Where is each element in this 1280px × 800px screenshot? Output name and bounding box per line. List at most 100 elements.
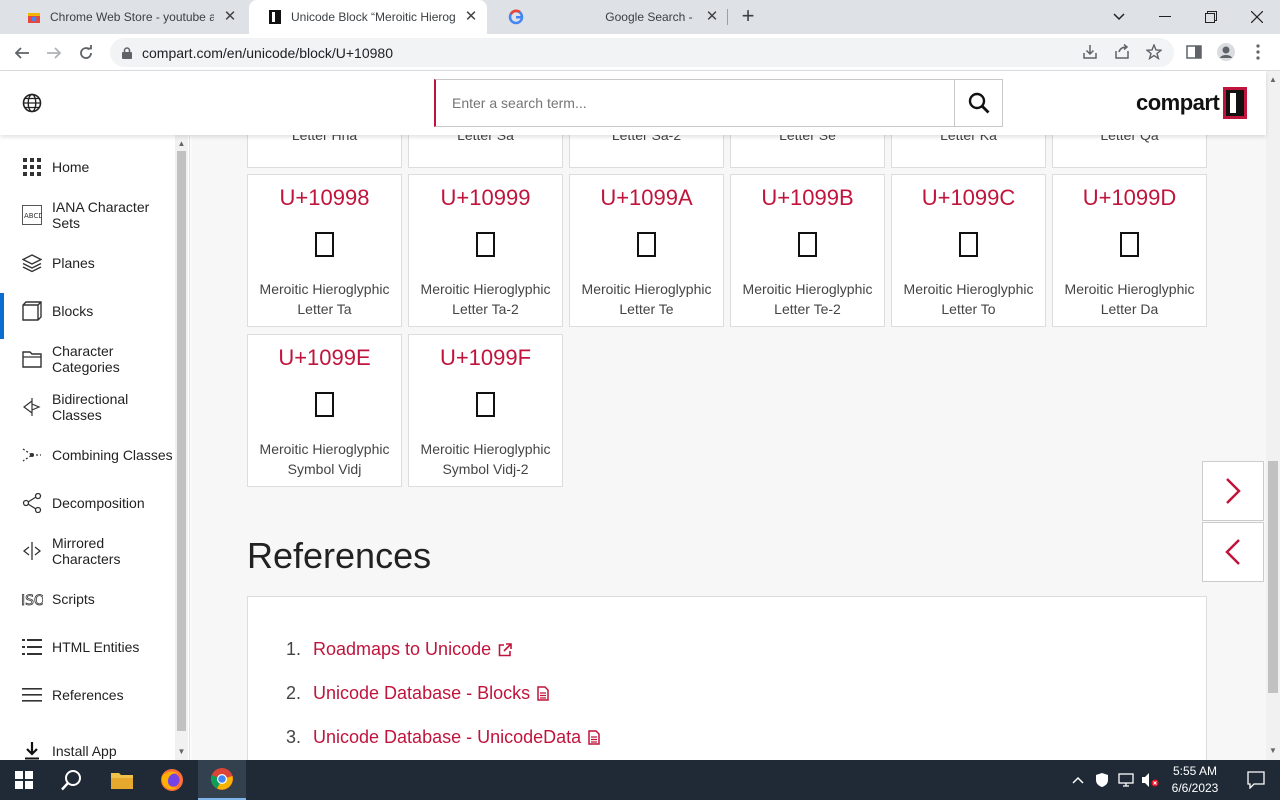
sidebar-scrollbar[interactable]: ▲ ▼: [175, 135, 188, 760]
references-heading: References: [247, 535, 432, 576]
sidebar-item-install-app[interactable]: Install App: [0, 739, 174, 760]
show-hidden-icons-button[interactable]: [1066, 760, 1090, 800]
sidebar-item-label: Decomposition: [52, 495, 145, 511]
minimize-button[interactable]: [1142, 0, 1188, 34]
list-item: 3. Unicode Database - UnicodeData: [286, 727, 600, 748]
new-tab-button[interactable]: +: [736, 5, 760, 29]
scroll-up-icon[interactable]: ▲: [175, 137, 188, 150]
character-card[interactable]: U+1099C Meroitic Hieroglyphic Letter To: [891, 174, 1046, 327]
restore-button[interactable]: [1188, 0, 1234, 34]
character-card[interactable]: U+10999 Meroitic Hieroglyphic Letter Ta-…: [408, 174, 563, 327]
combine-icon: [21, 444, 43, 466]
close-window-button[interactable]: [1234, 0, 1280, 34]
tray-volume[interactable]: [1138, 760, 1162, 800]
tab-chrome-web-store[interactable]: Chrome Web Store - youtube ad ✕: [8, 0, 246, 34]
forward-arrow-icon: [47, 47, 62, 59]
svg-text:ABCD: ABCD: [24, 212, 42, 220]
sidebar-item-decomposition[interactable]: Decomposition: [0, 491, 174, 515]
character-card[interactable]: Letter Sa-2: [569, 135, 724, 168]
close-tab-icon[interactable]: ✕: [704, 9, 720, 25]
next-block-button[interactable]: [1202, 461, 1264, 521]
reload-button[interactable]: [72, 39, 100, 67]
search-input[interactable]: [436, 80, 954, 126]
tray-network[interactable]: [1114, 760, 1138, 800]
windows-taskbar: 5:55 AM 6/6/2023: [0, 760, 1280, 800]
previous-block-button[interactable]: [1202, 522, 1264, 582]
character-card[interactable]: Letter Se: [730, 135, 885, 168]
start-button[interactable]: [0, 760, 48, 800]
scroll-up-icon[interactable]: ▲: [1266, 73, 1280, 86]
sidebar-item-references[interactable]: References: [0, 683, 174, 707]
language-button[interactable]: [22, 93, 42, 118]
svg-text:ISO: ISO: [21, 593, 43, 608]
profile-button[interactable]: [1216, 42, 1236, 62]
close-tab-icon[interactable]: ✕: [222, 9, 238, 25]
character-card[interactable]: Letter Qa: [1052, 135, 1207, 168]
sidebar-item-mirrored[interactable]: Mirrored Characters: [0, 535, 174, 567]
side-panel-button[interactable]: [1184, 42, 1204, 62]
taskbar-chrome[interactable]: [198, 760, 246, 800]
character-card[interactable]: U+1099A Meroitic Hieroglyphic Letter Te: [569, 174, 724, 327]
character-card[interactable]: U+10998 Meroitic Hieroglyphic Letter Ta: [247, 174, 402, 327]
browser-toolbar: compart.com/en/unicode/block/U+10980: [0, 34, 1280, 71]
reference-link[interactable]: Unicode Database - Blocks: [313, 683, 530, 704]
share-nodes-icon: [21, 492, 43, 514]
tray-security[interactable]: [1090, 760, 1114, 800]
taskbar-clock[interactable]: 5:55 AM 6/6/2023: [1162, 763, 1228, 797]
missing-glyph-box: [1120, 232, 1139, 257]
bookmark-button[interactable]: [1144, 42, 1164, 62]
character-code: U+10998: [279, 185, 370, 210]
character-card[interactable]: Letter Hha: [247, 135, 402, 168]
tab-google-search[interactable]: Google Search - ✕: [490, 0, 728, 34]
character-card[interactable]: U+1099F Meroitic Hieroglyphic Symbol Vid…: [408, 334, 563, 487]
taskbar-file-explorer[interactable]: [98, 760, 146, 800]
page-scrollbar[interactable]: ▲ ▼: [1266, 71, 1280, 760]
windows-logo-icon: [15, 771, 33, 789]
sidebar: Home ABCD IANA Character Sets Planes Blo…: [0, 135, 190, 760]
taskbar-search-button[interactable]: [48, 760, 96, 800]
sidebar-item-html-entities[interactable]: HTML Entities: [0, 635, 174, 659]
sidebar-item-bidirectional[interactable]: Bidirectional Classes: [0, 391, 174, 423]
sidebar-scroll-thumb[interactable]: [177, 151, 186, 731]
compart-logo[interactable]: compart: [1136, 87, 1248, 119]
address-bar[interactable]: compart.com/en/unicode/block/U+10980: [110, 38, 1174, 67]
search-button[interactable]: [954, 80, 1002, 126]
tab-search-button[interactable]: [1096, 0, 1142, 34]
missing-glyph-box: [315, 232, 334, 257]
reference-link[interactable]: Unicode Database - UnicodeData: [313, 727, 581, 748]
notifications-button[interactable]: [1232, 760, 1280, 800]
scroll-down-icon[interactable]: ▼: [1266, 744, 1280, 757]
sidebar-item-label: Planes: [52, 255, 95, 271]
page-scroll-thumb[interactable]: [1268, 461, 1278, 693]
character-card[interactable]: U+1099B Meroitic Hieroglyphic Letter Te-…: [730, 174, 885, 327]
share-button[interactable]: [1112, 42, 1132, 62]
forward-button[interactable]: [40, 39, 68, 67]
taskbar-firefox[interactable]: [148, 760, 196, 800]
sidebar-item-scripts[interactable]: ISO Scripts: [0, 587, 174, 611]
sidebar-item-iana[interactable]: ABCD IANA Character Sets: [0, 199, 174, 231]
sidebar-item-blocks[interactable]: Blocks: [0, 293, 174, 339]
browser-menu-button[interactable]: [1248, 42, 1268, 62]
character-card[interactable]: Letter Sa: [408, 135, 563, 168]
install-app-button[interactable]: [1080, 42, 1100, 62]
sidebar-item-home[interactable]: Home: [0, 155, 174, 179]
close-tab-icon[interactable]: ✕: [463, 9, 479, 25]
restore-icon: [1205, 11, 1217, 23]
character-code: U+1099A: [600, 185, 693, 210]
missing-glyph-box: [798, 232, 817, 257]
missing-glyph-box: [476, 392, 495, 417]
character-name: Meroitic Hieroglyphic Letter To: [903, 281, 1034, 317]
sidebar-item-character-categories[interactable]: Character Categories: [0, 343, 174, 375]
external-link-icon: [498, 642, 512, 656]
sidebar-item-planes[interactable]: Planes: [0, 251, 174, 275]
tab-unicode-block[interactable]: Unicode Block “Meroitic Hierogly ✕: [249, 0, 487, 34]
character-card[interactable]: U+1099E Meroitic Hieroglyphic Symbol Vid…: [247, 334, 402, 487]
character-card[interactable]: U+1099D Meroitic Hieroglyphic Letter Da: [1052, 174, 1207, 327]
chevron-right-icon: [1226, 478, 1241, 504]
back-button[interactable]: [8, 39, 36, 67]
scroll-down-icon[interactable]: ▼: [175, 745, 188, 758]
character-card[interactable]: Letter Ka: [891, 135, 1046, 168]
sidebar-item-combining-classes[interactable]: Combining Classes: [0, 443, 174, 467]
reference-link[interactable]: Roadmaps to Unicode: [313, 639, 491, 660]
layers-icon: [21, 252, 43, 274]
